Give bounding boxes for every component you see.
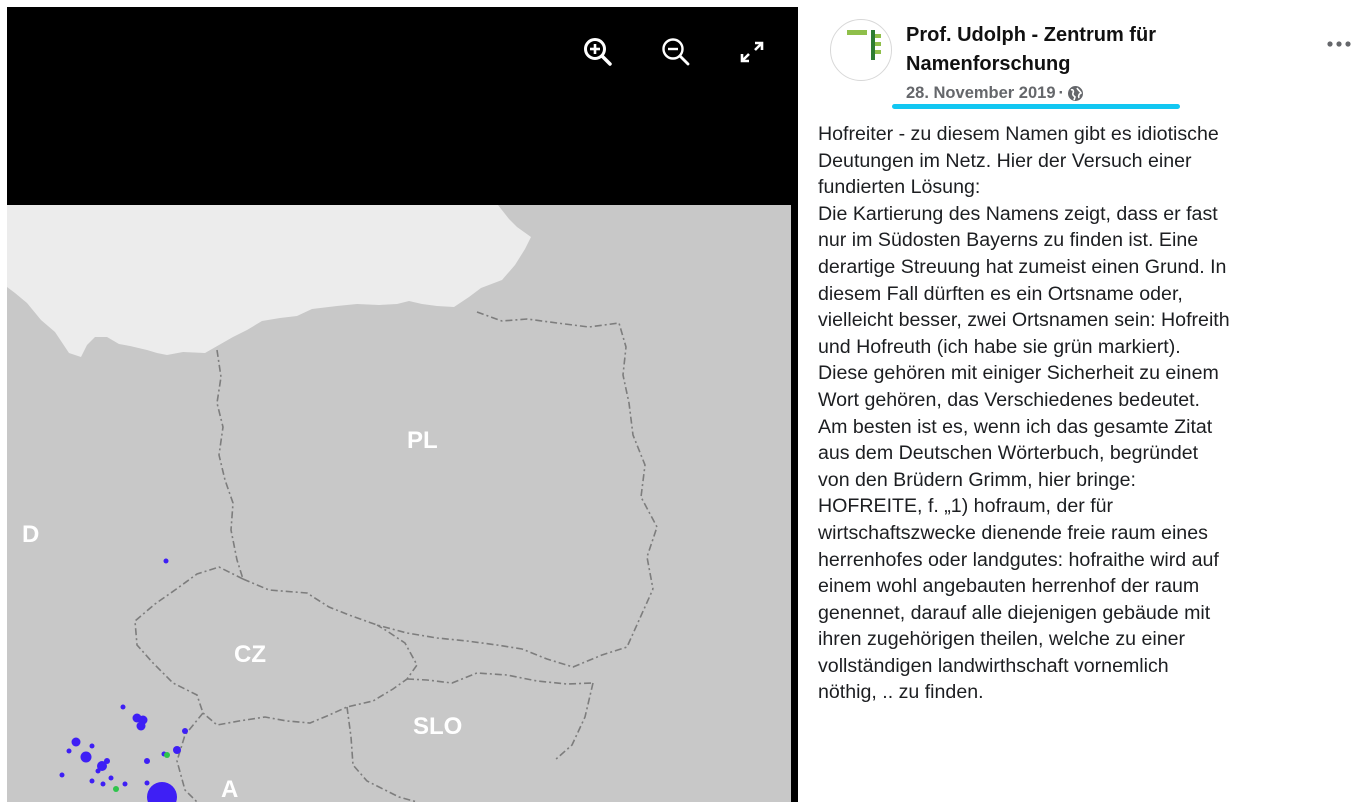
- label-slo: SLO: [413, 713, 462, 740]
- label-d: D: [22, 521, 39, 548]
- post-line: herrenhofes oder landgutes: hofraithe wi…: [818, 548, 1219, 571]
- post-line: Am besten ist es, wenn ich das gesamte Z…: [818, 415, 1213, 438]
- post-line: Deutungen im Netz. Hier der Versuch eine…: [818, 149, 1192, 172]
- avatar[interactable]: [830, 19, 892, 81]
- post-line: vielleicht besser, zwei Ortsnamen sein: …: [818, 309, 1230, 332]
- label-cz: CZ: [234, 641, 266, 668]
- post-line: Die Kartierung des Namens zeigt, dass er…: [818, 202, 1218, 225]
- post-meta: 28. November 2019 ·: [906, 84, 1084, 103]
- post-line: einem wohl angebauten herrenhof der raum: [818, 575, 1200, 598]
- post-body: Hofreiter - zu diesem Namen gibt es idio…: [818, 121, 1366, 706]
- post-line: fundierten Lösung:: [818, 176, 981, 199]
- post-line: von den Brüdern Grimm, hier bringe:: [818, 468, 1136, 491]
- post-line: genennet, darauf alle diejenigen gebäude…: [818, 601, 1211, 624]
- zoom-out-icon[interactable]: [659, 35, 693, 69]
- author-name[interactable]: Prof. Udolph - Zentrum für Namenforschun…: [906, 21, 1256, 79]
- post-line: Wort gehören, das Verschiedenes bedeutet…: [818, 388, 1200, 411]
- post-line: diesem Fall dürften es ein Ortsname oder…: [818, 282, 1183, 305]
- zoom-in-icon[interactable]: [581, 35, 615, 69]
- date-highlight: [892, 104, 1180, 109]
- post-line: derartige Streuung hat zumeist einen Gru…: [818, 255, 1227, 278]
- label-a: A: [221, 776, 238, 802]
- post-line: vollständigen landwirthschaft vornemlich: [818, 654, 1169, 677]
- post-line: Hofreiter - zu diesem Namen gibt es idio…: [818, 123, 1219, 145]
- globe-icon[interactable]: [1067, 85, 1084, 102]
- label-pl: PL: [407, 427, 438, 454]
- fullscreen-icon[interactable]: [735, 35, 769, 69]
- more-options-icon[interactable]: [1322, 32, 1356, 56]
- photo-viewer: PL D CZ SLO A: [7, 7, 798, 802]
- post-line: und Hofreuth (ich habe sie grün markiert…: [818, 335, 1181, 358]
- post-line: aus dem Deutschen Wörterbuch, begründet: [818, 442, 1199, 465]
- post-line: nöthig, .. zu finden.: [818, 681, 984, 704]
- post-line: ihren zugehörigen theilen, welche zu ein…: [818, 628, 1186, 651]
- post-line: Diese gehören mit einiger Sicherheit zu …: [818, 362, 1219, 385]
- post-panel: Prof. Udolph - Zentrum für Namenforschun…: [818, 0, 1368, 802]
- map-image: PL D CZ SLO A: [7, 205, 798, 802]
- post-line: nur im Südosten Bayerns zu finden ist. E…: [818, 229, 1199, 252]
- post-line: wirtschaftszwecke dienende freie raum ei…: [818, 521, 1208, 544]
- post-date[interactable]: 28. November 2019: [906, 84, 1056, 103]
- post-line: HOFREITE, f. „1) hofraum, der für: [818, 495, 1114, 518]
- meta-separator: ·: [1058, 84, 1065, 102]
